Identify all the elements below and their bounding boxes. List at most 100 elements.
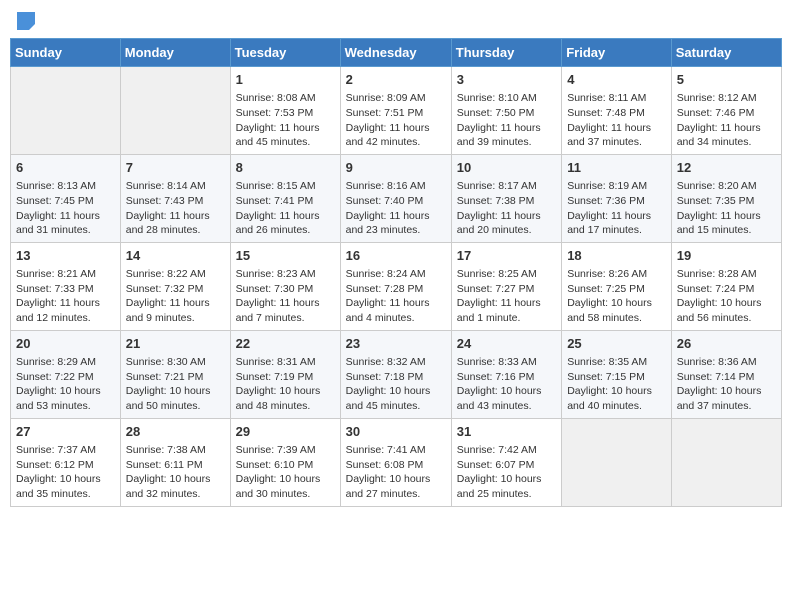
day-number: 11 xyxy=(567,159,666,177)
day-info: Sunset: 7:50 PM xyxy=(457,106,556,121)
calendar-cell: 6Sunrise: 8:13 AMSunset: 7:45 PMDaylight… xyxy=(11,154,121,242)
day-info: Sunrise: 8:28 AM xyxy=(677,267,776,282)
day-info: Sunrise: 8:32 AM xyxy=(346,355,446,370)
calendar-cell: 22Sunrise: 8:31 AMSunset: 7:19 PMDayligh… xyxy=(230,330,340,418)
calendar-week-row: 27Sunrise: 7:37 AMSunset: 6:12 PMDayligh… xyxy=(11,418,782,506)
day-number: 30 xyxy=(346,423,446,441)
day-info: Sunset: 7:14 PM xyxy=(677,370,776,385)
day-info: Sunrise: 7:38 AM xyxy=(126,443,225,458)
day-info: Sunset: 7:48 PM xyxy=(567,106,666,121)
day-info: Sunset: 7:32 PM xyxy=(126,282,225,297)
calendar-cell: 17Sunrise: 8:25 AMSunset: 7:27 PMDayligh… xyxy=(451,242,561,330)
calendar-cell: 3Sunrise: 8:10 AMSunset: 7:50 PMDaylight… xyxy=(451,67,561,155)
day-info: Daylight: 11 hours and 31 minutes. xyxy=(16,209,115,238)
day-info: Daylight: 11 hours and 28 minutes. xyxy=(126,209,225,238)
day-info: Sunset: 6:12 PM xyxy=(16,458,115,473)
day-info: Sunset: 7:33 PM xyxy=(16,282,115,297)
day-info: Sunrise: 8:17 AM xyxy=(457,179,556,194)
day-number: 9 xyxy=(346,159,446,177)
day-info: Sunrise: 8:22 AM xyxy=(126,267,225,282)
day-info: Sunset: 6:08 PM xyxy=(346,458,446,473)
col-header-sunday: Sunday xyxy=(11,39,121,67)
day-info: Daylight: 11 hours and 45 minutes. xyxy=(236,121,335,150)
calendar-cell: 19Sunrise: 8:28 AMSunset: 7:24 PMDayligh… xyxy=(671,242,781,330)
day-info: Sunset: 7:35 PM xyxy=(677,194,776,209)
day-info: Sunset: 7:40 PM xyxy=(346,194,446,209)
day-info: Sunrise: 7:41 AM xyxy=(346,443,446,458)
calendar-cell: 12Sunrise: 8:20 AMSunset: 7:35 PMDayligh… xyxy=(671,154,781,242)
day-info: Daylight: 10 hours and 58 minutes. xyxy=(567,296,666,325)
day-number: 29 xyxy=(236,423,335,441)
day-info: Daylight: 10 hours and 25 minutes. xyxy=(457,472,556,501)
calendar-cell: 21Sunrise: 8:30 AMSunset: 7:21 PMDayligh… xyxy=(120,330,230,418)
calendar-cell: 28Sunrise: 7:38 AMSunset: 6:11 PMDayligh… xyxy=(120,418,230,506)
day-info: Daylight: 10 hours and 56 minutes. xyxy=(677,296,776,325)
day-info: Sunrise: 8:09 AM xyxy=(346,91,446,106)
col-header-saturday: Saturday xyxy=(671,39,781,67)
day-info: Sunrise: 8:29 AM xyxy=(16,355,115,370)
day-info: Sunrise: 8:36 AM xyxy=(677,355,776,370)
day-number: 13 xyxy=(16,247,115,265)
day-info: Daylight: 11 hours and 4 minutes. xyxy=(346,296,446,325)
day-info: Daylight: 11 hours and 34 minutes. xyxy=(677,121,776,150)
logo-icon xyxy=(15,10,37,32)
calendar-cell: 26 Sunrise: 8:36 AMSunset: 7:14 PMDayligh… xyxy=(671,330,781,418)
day-info: Daylight: 11 hours and 15 minutes. xyxy=(677,209,776,238)
day-number: 26 xyxy=(677,335,776,353)
day-number: 27 xyxy=(16,423,115,441)
day-info: Sunrise: 7:39 AM xyxy=(236,443,335,458)
calendar-header-row: SundayMondayTuesdayWednesdayThursdayFrid… xyxy=(11,39,782,67)
day-info: Sunrise: 8:33 AM xyxy=(457,355,556,370)
day-info: Daylight: 10 hours and 32 minutes. xyxy=(126,472,225,501)
day-info: Daylight: 10 hours and 30 minutes. xyxy=(236,472,335,501)
day-info: Sunrise: 8:20 AM xyxy=(677,179,776,194)
calendar-cell: 7Sunrise: 8:14 AMSunset: 7:43 PMDaylight… xyxy=(120,154,230,242)
day-info: Sunrise: 8:24 AM xyxy=(346,267,446,282)
calendar-cell: 4Sunrise: 8:11 AMSunset: 7:48 PMDaylight… xyxy=(562,67,672,155)
day-number: 22 xyxy=(236,335,335,353)
day-number: 10 xyxy=(457,159,556,177)
day-info: Sunrise: 8:30 AM xyxy=(126,355,225,370)
calendar-cell xyxy=(671,418,781,506)
col-header-friday: Friday xyxy=(562,39,672,67)
calendar-cell: 13Sunrise: 8:21 AMSunset: 7:33 PMDayligh… xyxy=(11,242,121,330)
logo xyxy=(14,10,37,32)
day-info: Daylight: 11 hours and 7 minutes. xyxy=(236,296,335,325)
day-info: Daylight: 10 hours and 27 minutes. xyxy=(346,472,446,501)
day-info: Sunrise: 8:12 AM xyxy=(677,91,776,106)
day-number: 18 xyxy=(567,247,666,265)
day-number: 3 xyxy=(457,71,556,89)
day-number: 24 xyxy=(457,335,556,353)
calendar-cell: 14Sunrise: 8:22 AMSunset: 7:32 PMDayligh… xyxy=(120,242,230,330)
day-info: Daylight: 10 hours and 35 minutes. xyxy=(16,472,115,501)
day-info: Daylight: 10 hours and 45 minutes. xyxy=(346,384,446,413)
day-info: Sunset: 7:28 PM xyxy=(346,282,446,297)
day-info: Sunset: 6:11 PM xyxy=(126,458,225,473)
calendar-cell: 9Sunrise: 8:16 AMSunset: 7:40 PMDaylight… xyxy=(340,154,451,242)
day-info: Daylight: 10 hours and 40 minutes. xyxy=(567,384,666,413)
day-info: Sunset: 7:21 PM xyxy=(126,370,225,385)
day-number: 5 xyxy=(677,71,776,89)
calendar-cell: 11Sunrise: 8:19 AMSunset: 7:36 PMDayligh… xyxy=(562,154,672,242)
day-info: Daylight: 11 hours and 42 minutes. xyxy=(346,121,446,150)
day-info: Daylight: 11 hours and 17 minutes. xyxy=(567,209,666,238)
calendar-cell: 18Sunrise: 8:26 AMSunset: 7:25 PMDayligh… xyxy=(562,242,672,330)
day-info: Sunset: 7:36 PM xyxy=(567,194,666,209)
day-number: 2 xyxy=(346,71,446,89)
calendar-cell: 24Sunrise: 8:33 AMSunset: 7:16 PMDayligh… xyxy=(451,330,561,418)
day-number: 25 xyxy=(567,335,666,353)
day-info: Daylight: 11 hours and 12 minutes. xyxy=(16,296,115,325)
day-number: 4 xyxy=(567,71,666,89)
day-info: Sunset: 7:53 PM xyxy=(236,106,335,121)
day-info: Daylight: 10 hours and 53 minutes. xyxy=(16,384,115,413)
day-info: Sunrise: 8:13 AM xyxy=(16,179,115,194)
calendar-cell: 8Sunrise: 8:15 AMSunset: 7:41 PMDaylight… xyxy=(230,154,340,242)
calendar-cell: 15Sunrise: 8:23 AMSunset: 7:30 PMDayligh… xyxy=(230,242,340,330)
day-info: Sunset: 7:43 PM xyxy=(126,194,225,209)
day-info: Sunrise: 8:11 AM xyxy=(567,91,666,106)
day-info: Sunset: 7:41 PM xyxy=(236,194,335,209)
col-header-thursday: Thursday xyxy=(451,39,561,67)
day-info: Daylight: 11 hours and 9 minutes. xyxy=(126,296,225,325)
day-number: 15 xyxy=(236,247,335,265)
day-info: Daylight: 10 hours and 37 minutes. xyxy=(677,384,776,413)
